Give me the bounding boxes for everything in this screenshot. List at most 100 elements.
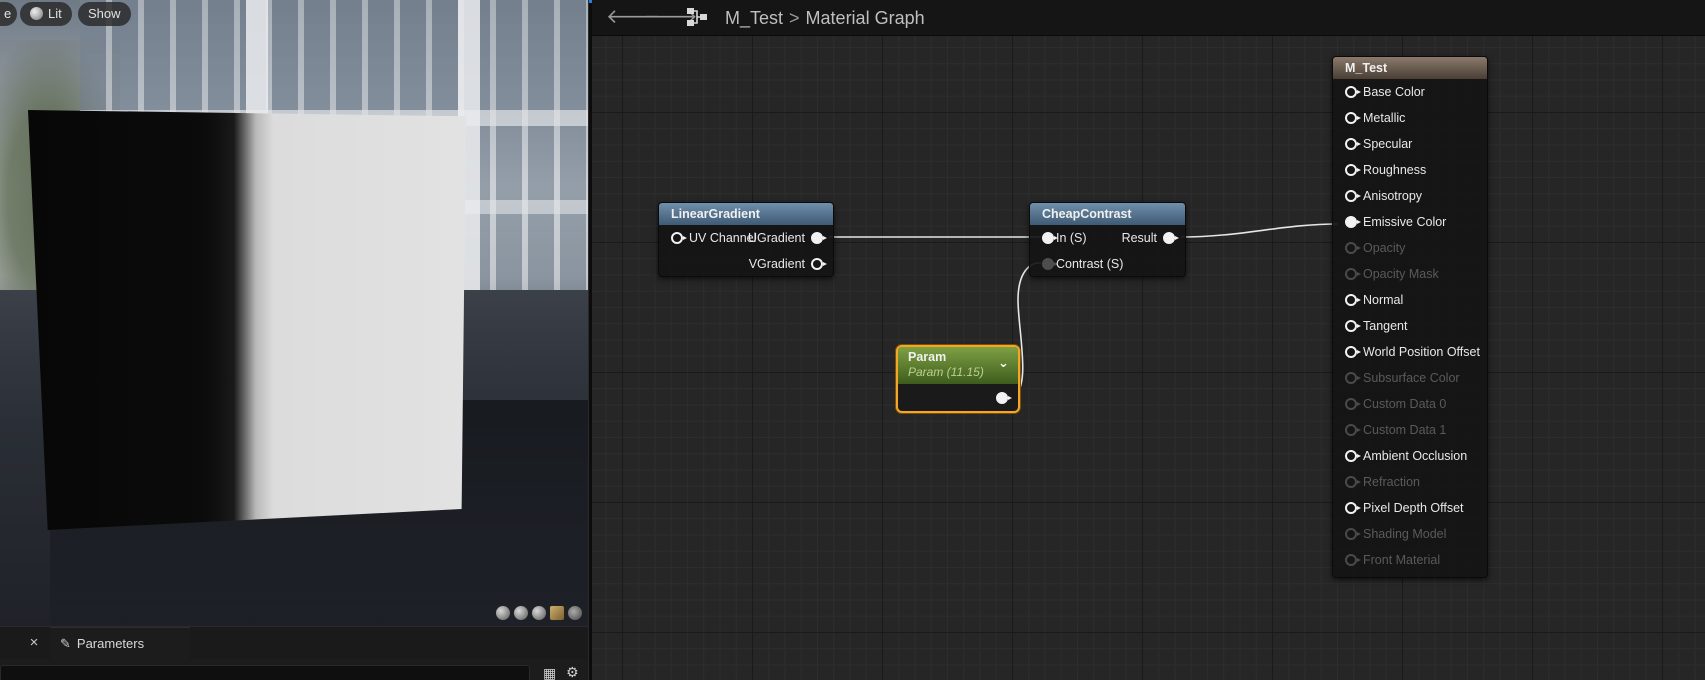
material-input-pin [1345,268,1361,280]
material-input-label: Refraction [1363,475,1420,489]
node-title: LinearGradient [659,203,833,225]
pin-row-uv-channel: UV Channel UGradient [659,228,835,248]
back-arrow-icon[interactable]: 🡐 [606,4,660,30]
material-input-label: Custom Data 1 [1363,423,1447,437]
material-input-pin [1345,242,1361,254]
pin-label: Contrast (S) [1056,257,1124,271]
viewport-options-button[interactable]: e [0,2,18,26]
pin-row-contrast: Contrast (S) [1030,254,1187,274]
node-title: CheapContrast [1030,203,1185,225]
material-input-pin [1345,554,1361,566]
material-input-label: Front Material [1363,553,1441,567]
material-input-row: Tangent [1333,316,1489,336]
graph-hierarchy-icon[interactable] [686,7,708,27]
gear-icon[interactable]: ⚙ [566,664,582,680]
material-input-row: Custom Data 1 [1333,420,1489,440]
cylinder-icon[interactable] [495,605,511,621]
pin-label: In (S) [1056,231,1087,245]
material-input-label: Base Color [1363,85,1425,99]
parameters-panel: × ✎ Parameters ▦ ⚙ [0,626,588,680]
pin-in-input[interactable] [1042,232,1058,244]
pin-label: Result [1121,231,1157,245]
table-view-icon[interactable]: ▦ [543,665,559,680]
material-input-label: Tangent [1363,319,1408,333]
material-input-pin[interactable] [1345,86,1361,98]
pin-contrast-input[interactable] [1042,258,1058,270]
material-editor: e Lit Show × ✎ Parameters ▦ ⚙ 🡐 🡒 M_Test… [0,0,1705,680]
breadcrumb-graph[interactable]: Material Graph [806,8,925,28]
pencil-icon: ✎ [60,636,71,651]
lit-sphere-icon [30,7,43,20]
material-input-row: Emissive Color [1333,212,1489,232]
material-input-pin[interactable] [1345,138,1361,150]
material-input-row: Front Material [1333,550,1489,570]
material-input-pin [1345,424,1361,436]
pin-label: UGradient [748,231,805,245]
forward-arrow-icon[interactable]: 🡒 [644,4,698,30]
material-input-row: Metallic [1333,108,1489,128]
material-input-row: Normal [1333,290,1489,310]
material-input-pin[interactable] [1345,294,1361,306]
preview-mesh [28,110,466,530]
tab-label: Parameters [76,636,145,651]
plane-icon[interactable] [531,605,547,621]
close-tab-button[interactable]: × [22,627,46,659]
material-input-row: Subsurface Color [1333,368,1489,388]
material-input-pin[interactable] [1345,450,1361,462]
node-material-result[interactable]: M_Test Base Color Metallic Specular Roughne… [1332,56,1488,578]
material-input-label: Normal [1363,293,1404,307]
pin-ugradient-output[interactable] [811,232,827,244]
lit-label: Lit [48,6,62,21]
material-input-label: Emissive Color [1363,215,1447,229]
material-input-row: Specular [1333,134,1489,154]
cube-icon[interactable] [549,605,565,621]
pin-row-vgradient: VGradient [659,254,835,274]
parameter-search-input[interactable] [0,665,530,680]
pin-vgradient-output[interactable] [811,258,827,270]
material-input-pin[interactable] [1345,320,1361,332]
breadcrumb-asset[interactable]: M_Test [725,8,783,28]
material-graph-canvas[interactable]: 🡐 🡒 M_Test > Material Graph LinearGradient… [592,0,1705,680]
material-input-pin[interactable] [1345,502,1361,514]
teapot-icon[interactable] [567,605,583,621]
material-input-label: Metallic [1363,111,1406,125]
node-param[interactable]: Param Param (11.15) ⌄ [896,345,1020,413]
tab-parameters[interactable]: ✎ Parameters [50,627,190,659]
material-input-pin[interactable] [1345,112,1361,124]
wire-result-to-emissive [1180,223,1339,238]
material-input-row: World Position Offset [1333,342,1489,362]
material-input-row: Opacity Mask [1333,264,1489,284]
node-linear-gradient[interactable]: LinearGradient UV Channel UGradient VGra… [658,202,834,277]
material-input-pin[interactable] [1345,164,1361,176]
show-menu-button[interactable]: Show [78,2,131,26]
node-title: M_Test [1333,57,1487,79]
material-input-pin[interactable] [1345,216,1361,228]
breadcrumb-separator: > [789,8,800,28]
material-input-row: Anisotropy [1333,186,1489,206]
material-input-pin[interactable] [1345,346,1361,358]
material-input-pin [1345,398,1361,410]
sphere-icon[interactable] [513,605,529,621]
breadcrumb: M_Test > Material Graph [725,5,925,31]
pin-row-in: In (S) Result [1030,228,1187,248]
pin-param-output[interactable] [996,392,1012,404]
material-input-pin[interactable] [1345,190,1361,202]
chevron-down-icon[interactable]: ⌄ [998,355,1012,370]
material-input-pin [1345,476,1361,488]
wire-layer [829,223,1339,398]
node-cheap-contrast[interactable]: CheapContrast In (S) Result Contrast (S) [1029,202,1186,277]
preview-viewport[interactable]: e Lit Show [0,0,588,626]
material-input-row: Pixel Depth Offset [1333,498,1489,518]
material-input-row: Ambient Occlusion [1333,446,1489,466]
material-input-label: Pixel Depth Offset [1363,501,1464,515]
material-input-label: Anisotropy [1363,189,1423,203]
material-input-label: Specular [1363,137,1413,151]
material-input-label: Subsurface Color [1363,371,1460,385]
graph-toolbar: 🡐 🡒 M_Test > Material Graph [592,0,1705,36]
lit-mode-button[interactable]: Lit [20,2,72,26]
pin-result-output[interactable] [1163,232,1179,244]
material-input-label: Shading Model [1363,527,1447,541]
material-input-label: World Position Offset [1363,345,1480,359]
pin-uv-channel-input[interactable] [671,232,687,244]
material-input-row: Base Color [1333,82,1489,102]
